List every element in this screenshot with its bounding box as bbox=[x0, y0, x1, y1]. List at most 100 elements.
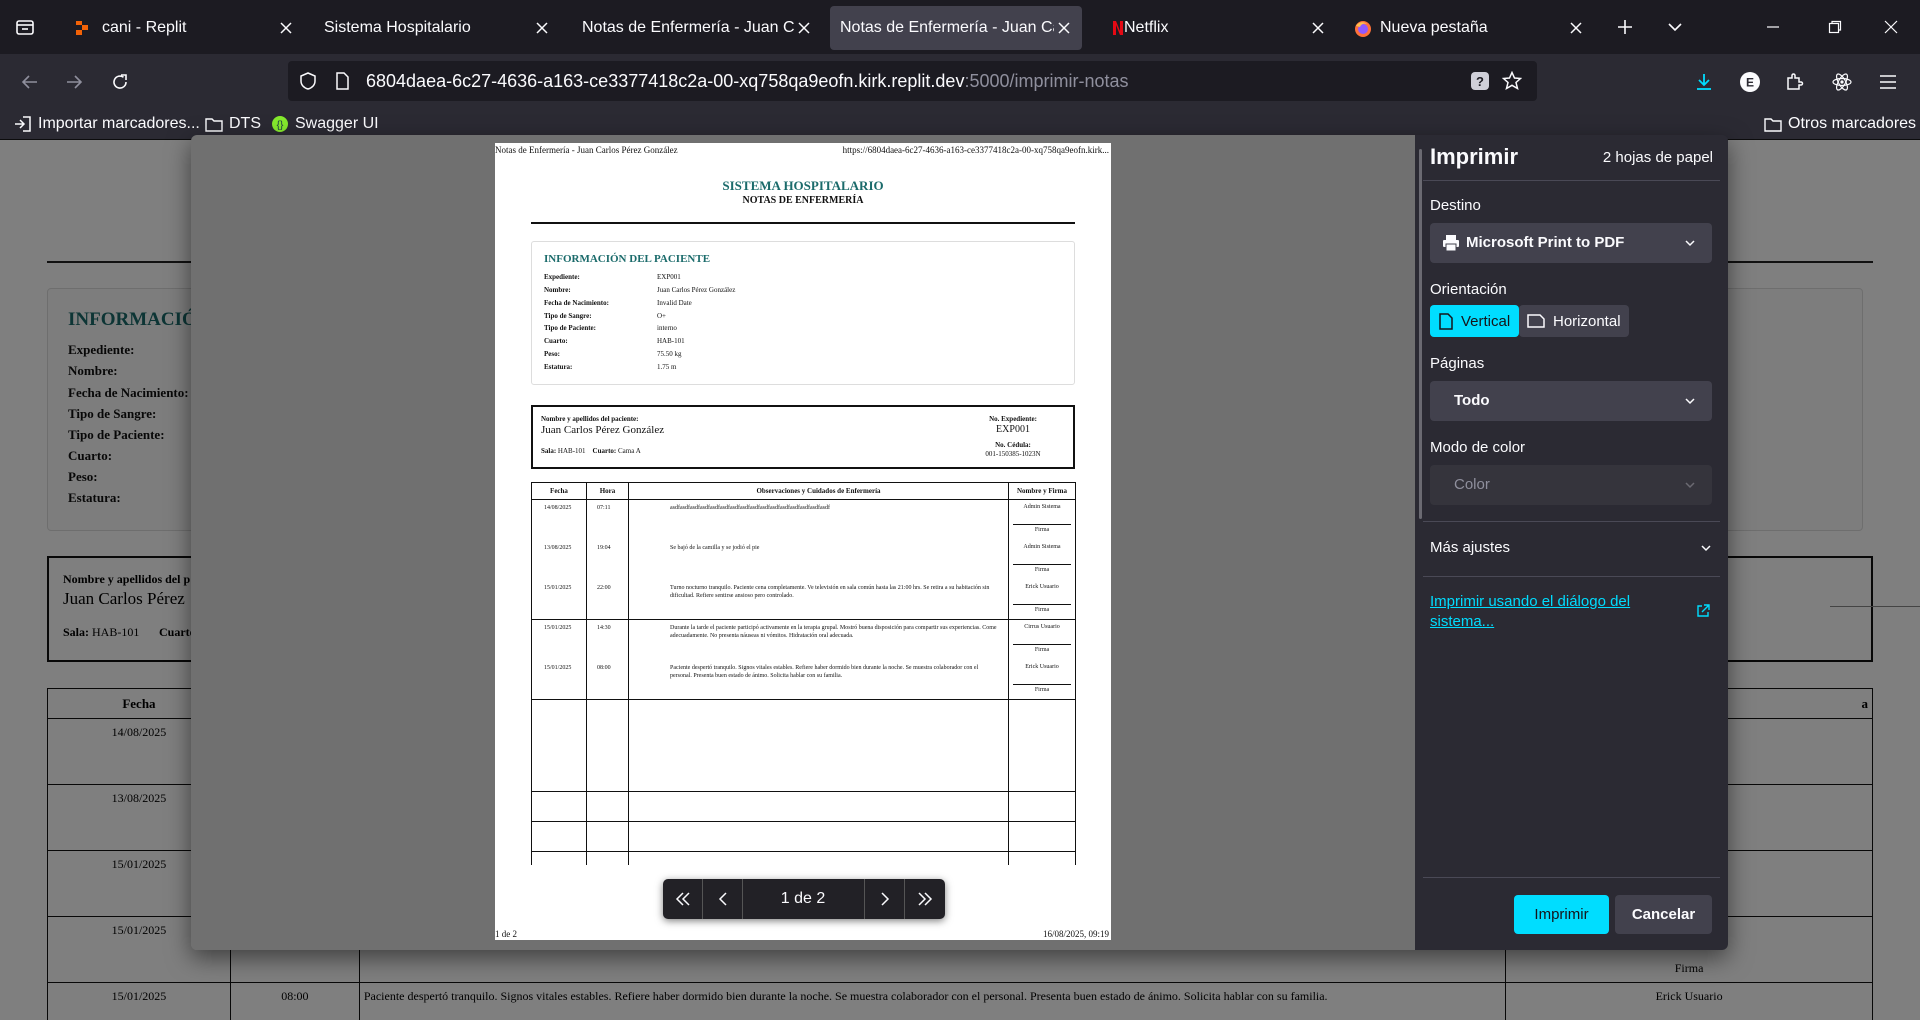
close-tab-icon[interactable] bbox=[1054, 18, 1074, 38]
tab-sistema-hospitalario[interactable]: Sistema Hospitalario bbox=[310, 6, 562, 50]
close-tab-icon[interactable] bbox=[794, 18, 814, 38]
bookmark-swagger[interactable]: {} Swagger UI bbox=[271, 112, 379, 136]
close-tab-icon[interactable] bbox=[276, 18, 296, 38]
page-info-icon[interactable] bbox=[332, 71, 352, 91]
reload-icon[interactable] bbox=[106, 68, 134, 96]
tab-label: Nueva pestaña bbox=[1380, 19, 1488, 36]
print-header-title: Notas de Enfermería - Juan Carlos Pérez … bbox=[495, 145, 678, 155]
downloads-icon[interactable] bbox=[1690, 68, 1718, 96]
back-icon[interactable] bbox=[16, 68, 44, 96]
exp-value: EXP001 bbox=[996, 424, 1030, 435]
patient-name: Juan Carlos Pérez González bbox=[541, 424, 665, 436]
system-dialog-link[interactable]: Imprimir usando el diálogo del sistema..… bbox=[1430, 592, 1660, 632]
info-row: Nombre: Juan Carlos Pérez González bbox=[544, 286, 736, 294]
cell-fechas: 15/01/2025 15/01/2025 bbox=[531, 619, 587, 700]
panel-scrollbar[interactable] bbox=[1419, 149, 1422, 519]
cell-observaciones: Durante la tarde el paciente participó a… bbox=[628, 619, 1009, 700]
pages-value: Todo bbox=[1454, 392, 1490, 409]
bookmark-label: Swagger UI bbox=[295, 115, 379, 132]
other-bookmarks[interactable]: Otros marcadores bbox=[1764, 112, 1916, 136]
info-row: Tipo de Paciente: interno bbox=[544, 324, 677, 332]
cell-horas: 14:30 08:00 bbox=[586, 619, 629, 700]
close-tab-icon[interactable] bbox=[1566, 18, 1586, 38]
tab-notas-1[interactable]: Notas de Enfermería - Juan Carlos bbox=[568, 6, 818, 50]
print-footer-page: 1 de 2 bbox=[495, 929, 517, 939]
more-settings-toggle[interactable]: Más ajustes bbox=[1430, 539, 1712, 563]
cell-fechas: 14/08/2025 13/08/2025 15/01/2025 bbox=[531, 499, 587, 620]
exp-label: No. Expediente: bbox=[989, 415, 1037, 423]
cell-observaciones: asdfasdfasdfasdfasdfasdfasdfasdfasdfasdf… bbox=[628, 499, 1009, 620]
close-tab-icon[interactable] bbox=[1308, 18, 1328, 38]
destino-value: Microsoft Print to PDF bbox=[1466, 234, 1625, 251]
header-fecha: Fecha bbox=[531, 482, 587, 500]
orientation-horizontal-button[interactable]: Horizontal bbox=[1519, 305, 1629, 337]
last-page-icon[interactable] bbox=[905, 879, 945, 919]
restore-icon[interactable] bbox=[1822, 14, 1848, 40]
cell-firmas: Cirrus Usuario Firma Erick Usuario Firma bbox=[1008, 619, 1076, 700]
close-tab-icon[interactable] bbox=[532, 18, 552, 38]
bookmark-dts[interactable]: DTS bbox=[205, 112, 261, 136]
pages-select[interactable]: Todo bbox=[1430, 381, 1712, 421]
url-bar[interactable]: 6804daea-6c27-4636-a163-ce3377418c2a-00-… bbox=[288, 61, 1537, 101]
color-mode-value: Color bbox=[1454, 476, 1490, 493]
list-tabs-chevron-icon[interactable] bbox=[1662, 14, 1688, 40]
reader-help-icon[interactable]: ? bbox=[1470, 71, 1490, 91]
orientation-label: Orientación bbox=[1430, 281, 1507, 298]
account-avatar-icon[interactable]: E bbox=[1736, 68, 1764, 96]
first-page-icon[interactable] bbox=[663, 879, 702, 919]
page-navigator: 1 de 2 bbox=[663, 879, 945, 919]
color-mode-label: Modo de color bbox=[1430, 439, 1526, 456]
preview-sheet: Notas de Enfermería - Juan Carlos Pérez … bbox=[495, 143, 1111, 940]
bookmark-label: Otros marcadores bbox=[1788, 115, 1917, 132]
info-row: Peso: 75.50 kg bbox=[544, 350, 682, 358]
hamburger-menu-icon[interactable] bbox=[1874, 68, 1902, 96]
extensions-icon[interactable] bbox=[1780, 68, 1808, 96]
close-window-icon[interactable] bbox=[1878, 14, 1904, 40]
minimize-icon[interactable] bbox=[1760, 14, 1786, 40]
orientation-vertical-button[interactable]: Vertical bbox=[1430, 305, 1519, 337]
tab-notas-active[interactable]: Notas de Enfermería - Juan Carlos bbox=[830, 6, 1082, 50]
tracking-protection-shield-icon[interactable] bbox=[298, 71, 318, 91]
sheet-divider bbox=[531, 222, 1075, 224]
tab-netflix[interactable]: Netflix bbox=[1094, 6, 1330, 50]
chevron-down-icon bbox=[1684, 479, 1696, 491]
info-row: Cuarto: HAB-101 bbox=[544, 337, 685, 345]
table-row-empty bbox=[531, 791, 1076, 822]
page-indicator: 1 de 2 bbox=[780, 890, 826, 907]
tab-label: Notas de Enfermería - Juan Carlos bbox=[840, 19, 1054, 36]
divider bbox=[1423, 521, 1720, 522]
react-devtools-icon[interactable] bbox=[1828, 68, 1856, 96]
url-text[interactable]: 6804daea-6c27-4636-a163-ce3377418c2a-00-… bbox=[366, 61, 1129, 101]
previous-page-icon[interactable] bbox=[703, 879, 742, 919]
print-preview-area[interactable]: Notas de Enfermería - Juan Carlos Pérez … bbox=[191, 135, 1415, 950]
destino-select[interactable]: Microsoft Print to PDF bbox=[1430, 223, 1712, 263]
info-row: Tipo de Sangre: O+ bbox=[544, 312, 667, 320]
sheet-patient-box: Nombre y apellidos del paciente: Juan Ca… bbox=[531, 405, 1075, 469]
replit-icon bbox=[74, 20, 90, 36]
cancel-button[interactable]: Cancelar bbox=[1615, 895, 1712, 934]
sheet-info-card: INFORMACIÓN DEL PACIENTE Expediente: EXP0… bbox=[531, 241, 1075, 385]
svg-text:{}: {} bbox=[277, 120, 284, 131]
table-row-empty bbox=[531, 699, 1076, 792]
bookmark-star-icon[interactable] bbox=[1502, 71, 1522, 91]
sheet-info-title: INFORMACIÓN DEL PACIENTE bbox=[544, 253, 711, 265]
color-mode-select[interactable]: Color bbox=[1430, 465, 1712, 505]
tab-replit[interactable]: cani - Replit bbox=[58, 6, 306, 50]
tab-label: Netflix bbox=[1124, 19, 1169, 36]
forward-icon[interactable] bbox=[60, 68, 88, 96]
print-settings-panel: Imprimir 2 hojas de papel Destino Micros… bbox=[1415, 135, 1728, 950]
firefox-view-icon[interactable] bbox=[12, 14, 38, 40]
tab-label: cani - Replit bbox=[102, 19, 187, 36]
bookmark-import[interactable]: Importar marcadores... bbox=[14, 112, 200, 136]
tab-label: Notas de Enfermería - Juan Carlos bbox=[582, 19, 794, 36]
print-title: Imprimir bbox=[1430, 144, 1519, 169]
cell-horas: 07:11 19:04 22:00 bbox=[586, 499, 629, 620]
info-row: Estatura: 1.75 m bbox=[544, 363, 677, 371]
next-page-icon[interactable] bbox=[865, 879, 904, 919]
chevron-down-icon bbox=[1684, 237, 1696, 249]
divider bbox=[1423, 877, 1720, 878]
tab-nueva-pestana[interactable]: Nueva pestaña bbox=[1344, 6, 1588, 50]
print-button[interactable]: Imprimir bbox=[1514, 895, 1609, 934]
more-settings-label: Más ajustes bbox=[1430, 539, 1511, 556]
new-tab-icon[interactable] bbox=[1612, 14, 1638, 40]
